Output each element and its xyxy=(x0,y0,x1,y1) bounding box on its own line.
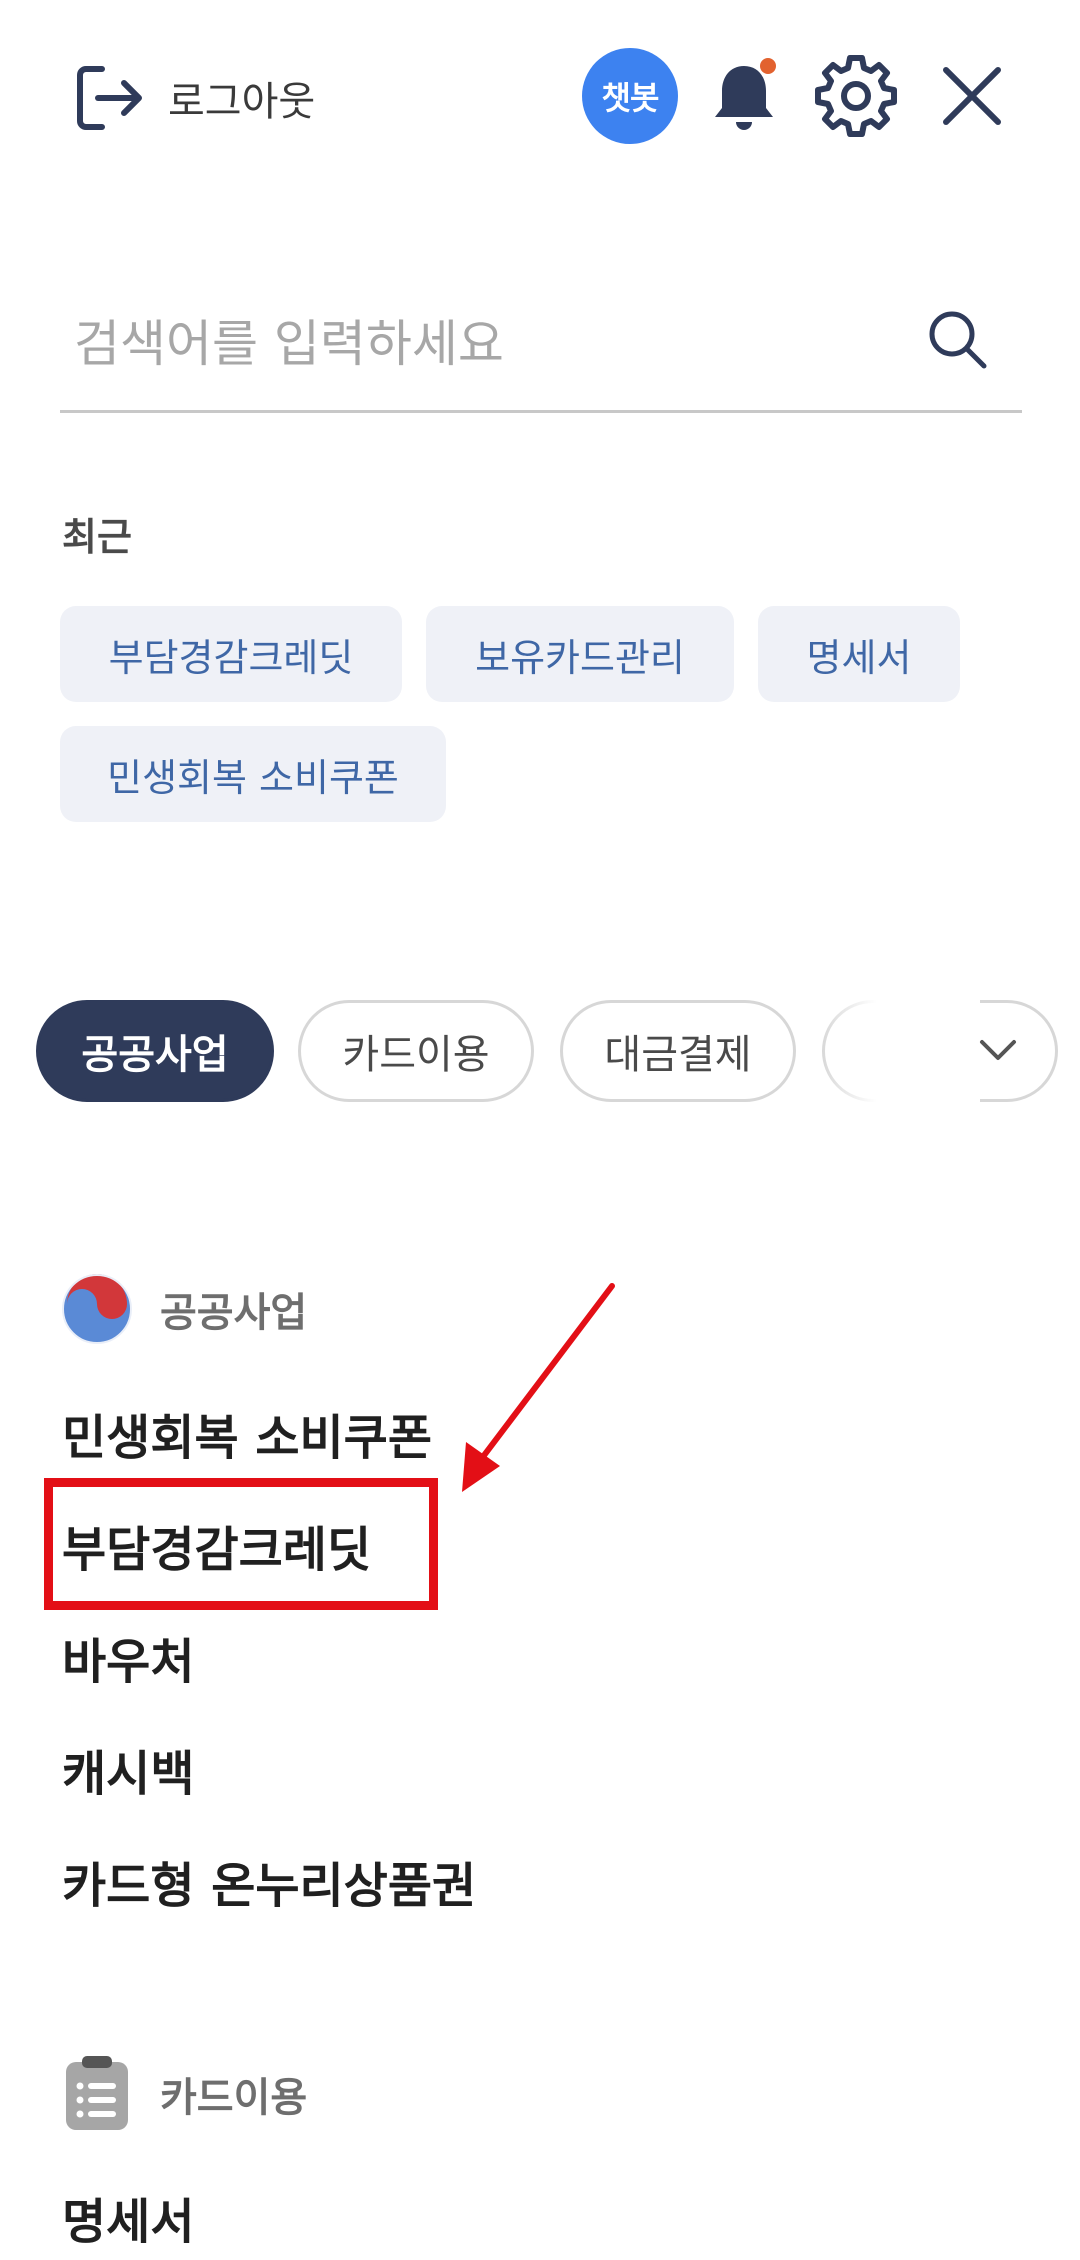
recent-chip-label: 민생회복 소비쿠폰 xyxy=(107,755,399,800)
recent-chip[interactable]: 부담경감크레딧 xyxy=(60,606,402,702)
menu-item[interactable]: 민생회복 소비쿠폰 xyxy=(62,1398,432,1468)
search-bar xyxy=(60,278,1022,413)
menu-item[interactable]: 명세서 xyxy=(62,2182,194,2252)
section-title: 카드이용 xyxy=(160,2075,308,2121)
red-arrow-annotation xyxy=(462,1283,615,1492)
recent-chip[interactable]: 명세서 xyxy=(758,606,960,702)
menu-item[interactable]: 바우처 xyxy=(62,1622,194,1692)
category-pill-card-use[interactable]: 카드이용 xyxy=(298,1000,534,1102)
category-pill-label: 대금결제 xyxy=(604,1032,752,1078)
gear-icon[interactable] xyxy=(812,52,900,140)
highlight-box xyxy=(44,1478,438,1610)
menu-item[interactable]: 캐시백 xyxy=(62,1734,194,1804)
section-title: 공공사업 xyxy=(160,1290,308,1336)
category-pill-payment[interactable]: 대금결제 xyxy=(560,1000,796,1102)
header: 로그아웃 챗봇 xyxy=(0,0,1080,200)
search-input[interactable] xyxy=(72,298,916,390)
recent-chip-label: 보유카드관리 xyxy=(475,635,685,680)
recent-chip[interactable]: 보유카드관리 xyxy=(426,606,734,702)
close-icon[interactable] xyxy=(928,52,1016,140)
category-pill-label: 공공사업 xyxy=(81,1032,229,1078)
logout-button[interactable]: 로그아웃 xyxy=(72,58,315,138)
category-pill-label: 카드이용 xyxy=(342,1032,490,1078)
chatbot-label: 챗봇 xyxy=(601,79,660,117)
recent-chip[interactable]: 민생회복 소비쿠폰 xyxy=(60,726,446,822)
category-pill-public[interactable]: 공공사업 xyxy=(36,1000,274,1102)
section-header-public: 공공사업 xyxy=(60,1272,307,1346)
recent-chip-label: 명세서 xyxy=(806,635,912,680)
pill-scroll-fade xyxy=(820,990,980,1112)
bell-icon[interactable] xyxy=(700,52,788,140)
section-header-card-use: 카드이용 xyxy=(60,2054,307,2134)
menu-page: 로그아웃 챗봇 최근 부담경감크레딧 보유카드관리 xyxy=(0,0,1080,2260)
search-icon[interactable] xyxy=(922,304,994,376)
logout-icon xyxy=(77,66,142,130)
chatbot-button[interactable]: 챗봇 xyxy=(582,48,678,144)
logout-label: 로그아웃 xyxy=(168,79,316,125)
clipboard-list-icon xyxy=(66,2056,128,2130)
korea-emblem-icon xyxy=(62,1274,132,1344)
menu-item[interactable]: 카드형 온누리상품권 xyxy=(62,1846,476,1916)
recent-title: 최근 xyxy=(62,515,132,559)
recent-chip-label: 부담경감크레딧 xyxy=(108,635,354,680)
chevron-down-icon[interactable] xyxy=(970,1022,1026,1078)
